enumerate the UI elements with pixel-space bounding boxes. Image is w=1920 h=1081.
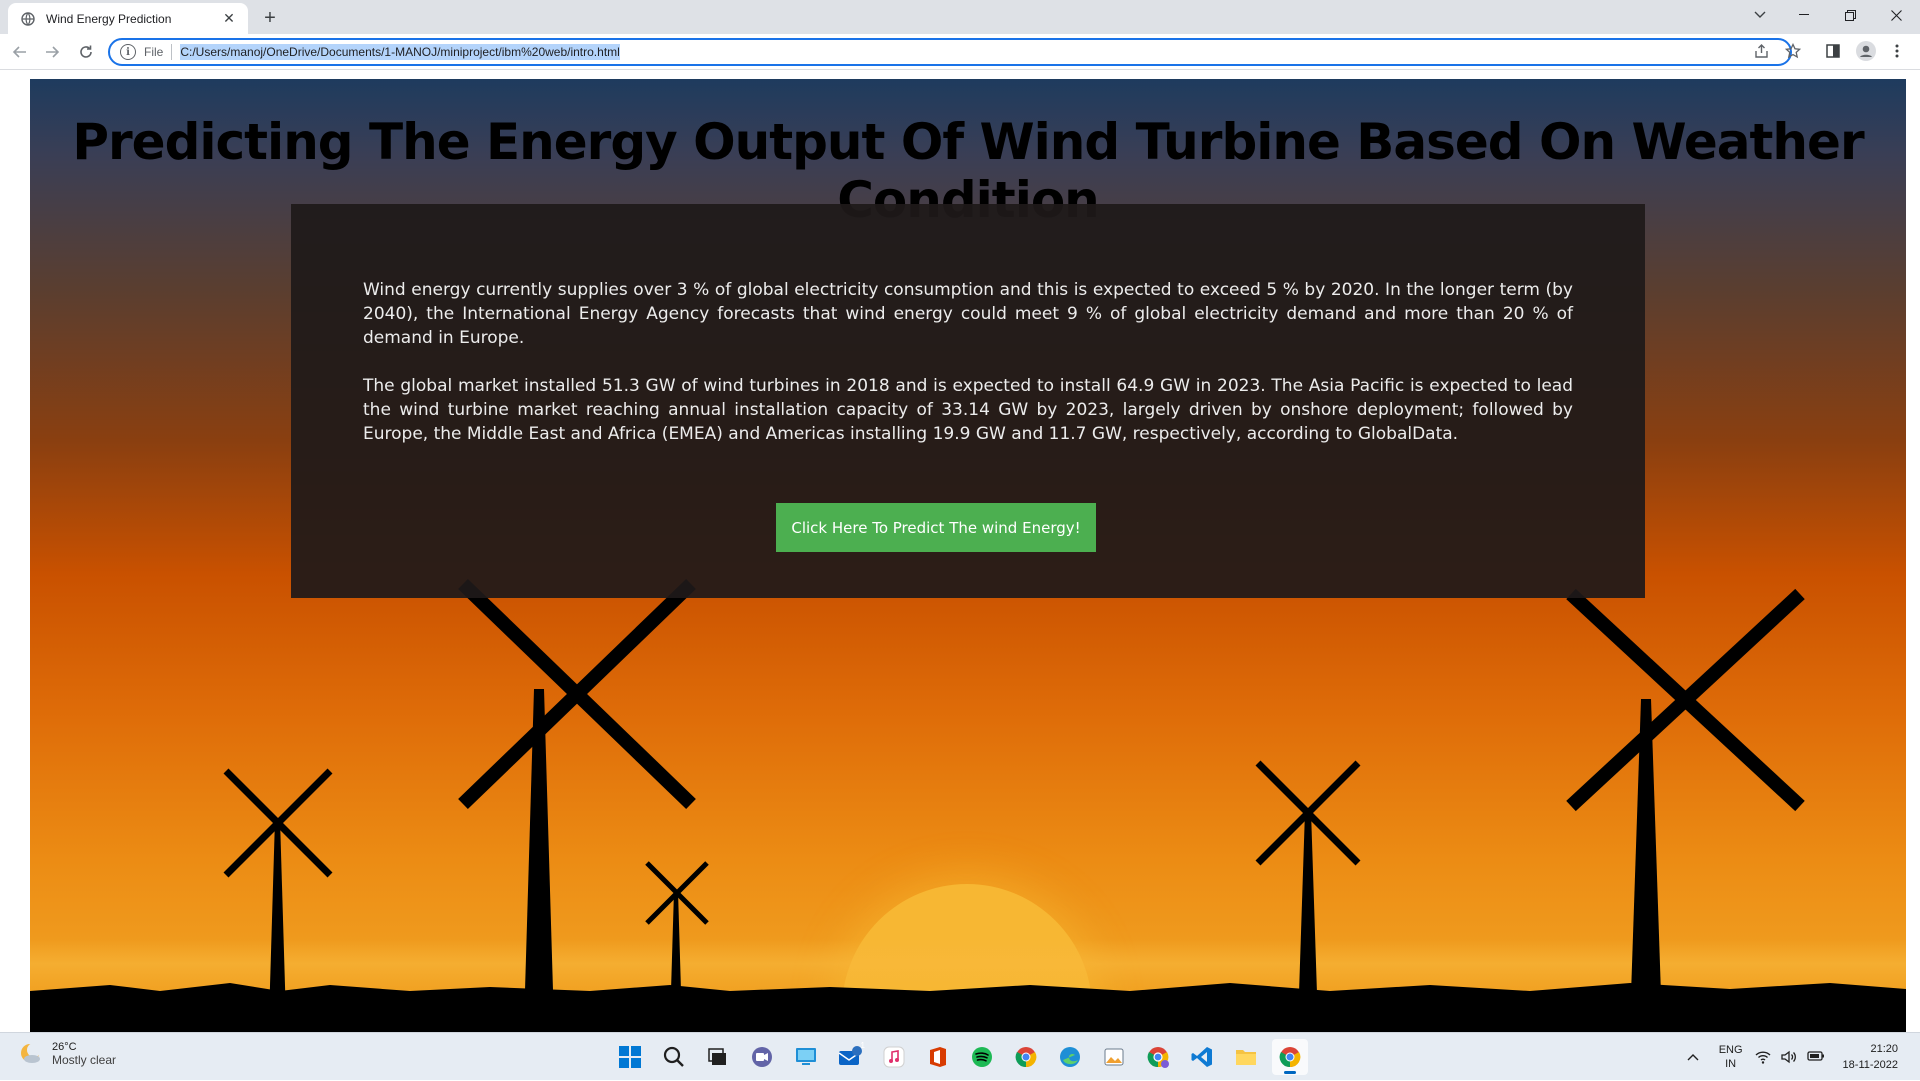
office-icon[interactable] <box>920 1039 956 1075</box>
clock-time: 21:20 <box>1870 1043 1898 1055</box>
moon-cloud-icon <box>21 1043 41 1063</box>
teams-chat-icon[interactable] <box>744 1039 780 1075</box>
vscode-icon[interactable] <box>1184 1039 1220 1075</box>
chrome-profile-icon[interactable] <box>1140 1039 1176 1075</box>
edge-icon[interactable] <box>1052 1039 1088 1075</box>
intro-text: Wind energy currently supplies over 3 % … <box>363 278 1573 470</box>
clock-date: 18-11-2022 <box>1842 1059 1898 1071</box>
task-view-icon[interactable] <box>700 1039 736 1075</box>
clock[interactable]: 21:20 18-11-2022 <box>1843 1041 1898 1073</box>
new-tab-icon[interactable]: + <box>258 6 282 30</box>
region-code: IN <box>1725 1058 1737 1070</box>
restore-icon[interactable] <box>1828 0 1872 30</box>
url-text[interactable]: C:/Users/manoj/OneDrive/Documents/1-MANO… <box>180 44 620 60</box>
windmill-large-left <box>458 578 696 1024</box>
bookmark-star-icon[interactable] <box>1782 40 1804 62</box>
browser-toolbar: i File C:/Users/manoj/OneDrive/Documents… <box>0 34 1920 70</box>
tab-search-icon[interactable] <box>1738 0 1782 30</box>
page-viewport: Predicting The Energy Output Of Wind Tur… <box>0 71 1920 1032</box>
url-scheme-label: File <box>144 45 164 59</box>
remote-desktop-icon[interactable] <box>788 1039 824 1075</box>
mail-icon[interactable]: 1 <box>832 1039 868 1075</box>
search-icon[interactable] <box>656 1039 692 1075</box>
intro-paragraph-2: The global market installed 51.3 GW of w… <box>363 376 1573 444</box>
system-tray: ENG IN 21:20 18-11-2022 <box>1687 1033 1920 1081</box>
weather-widget[interactable]: 26°C Mostly clear <box>18 1041 116 1067</box>
windmill-small-left <box>223 768 333 1019</box>
divider <box>171 44 173 60</box>
spotify-icon[interactable] <box>964 1039 1000 1075</box>
language-indicator[interactable]: ENG IN <box>1719 1043 1743 1071</box>
weather-description: Mostly clear <box>52 1053 117 1067</box>
chrome-icon[interactable] <box>1008 1039 1044 1075</box>
globe-icon <box>20 11 36 27</box>
minimize-icon[interactable] <box>1782 0 1826 30</box>
tab-strip: Wind Energy Prediction ✕ + <box>0 0 1920 34</box>
profile-avatar-icon[interactable] <box>1855 40 1877 62</box>
windmill-large-right <box>1566 588 1805 1024</box>
sunset-background: Predicting The Energy Output Of Wind Tur… <box>30 79 1906 1032</box>
wifi-icon <box>1755 1051 1771 1064</box>
windows-start-icon[interactable] <box>612 1039 648 1075</box>
volume-icon <box>1780 1050 1796 1064</box>
info-icon[interactable]: i <box>120 44 136 60</box>
forward-icon[interactable] <box>40 40 64 64</box>
battery-icon <box>1806 1051 1824 1061</box>
quick-settings[interactable] <box>1755 1050 1825 1064</box>
close-tab-icon[interactable]: ✕ <box>220 10 238 28</box>
side-panel-icon[interactable] <box>1822 40 1844 62</box>
language-code: ENG <box>1718 1044 1743 1056</box>
reload-icon[interactable] <box>74 40 98 64</box>
more-options-icon[interactable] <box>1886 40 1908 62</box>
tab-title: Wind Energy Prediction <box>46 11 172 26</box>
back-icon[interactable] <box>8 40 32 64</box>
share-icon[interactable] <box>1750 40 1772 62</box>
itunes-icon[interactable] <box>876 1039 912 1075</box>
mail-badge: 1 <box>860 1041 865 1050</box>
chevron-up-icon[interactable] <box>1687 1048 1699 1066</box>
taskbar: 26°C Mostly clear 1 ENG IN 21:20 18-11-2… <box>0 1032 1920 1080</box>
close-window-icon[interactable] <box>1874 0 1918 30</box>
weather-temperature: 26°C <box>52 1041 77 1053</box>
chrome-active-icon[interactable] <box>1272 1039 1308 1075</box>
address-bar[interactable]: i File C:/Users/manoj/OneDrive/Documents… <box>108 38 1792 66</box>
browser-tab[interactable]: Wind Energy Prediction ✕ <box>8 3 248 34</box>
predict-button[interactable]: Click Here To Predict The wind Energy! <box>776 503 1096 552</box>
windmill-medium-right <box>1255 760 1361 1024</box>
scrollbar-track[interactable] <box>1906 71 1920 1032</box>
intro-paragraph-1: Wind energy currently supplies over 3 % … <box>363 280 1573 348</box>
intro-panel: Wind energy currently supplies over 3 % … <box>291 204 1645 598</box>
file-explorer-icon[interactable] <box>1228 1039 1264 1075</box>
photos-icon[interactable] <box>1096 1039 1132 1075</box>
taskbar-apps: 1 <box>612 1039 1308 1075</box>
